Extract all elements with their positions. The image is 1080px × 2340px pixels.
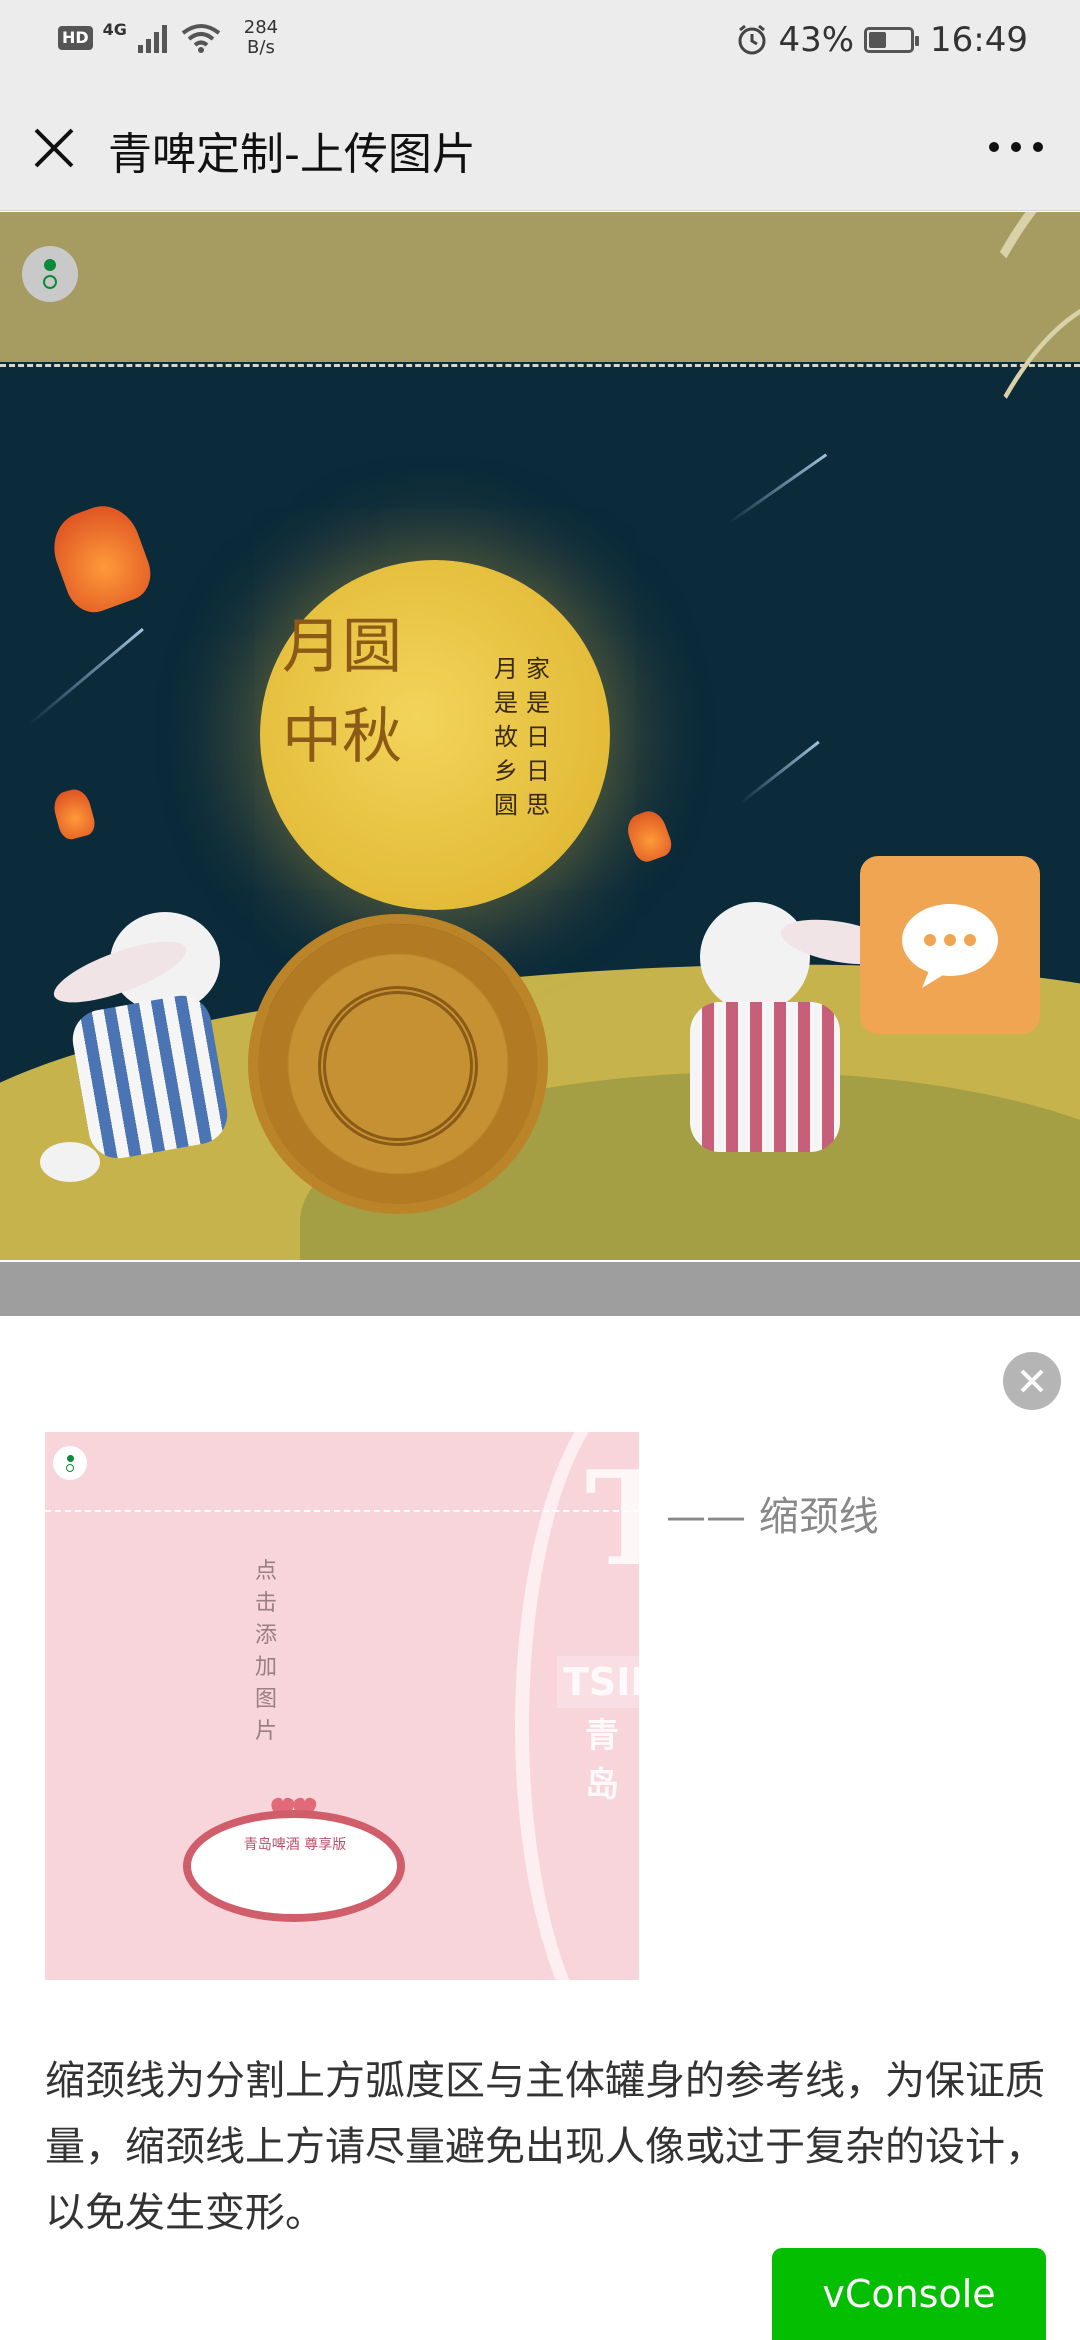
meteor [727,453,828,525]
brand-badge-icon [22,246,78,302]
meteor [739,740,820,805]
poem-char: 思 [526,791,550,819]
mooncake-pattern [318,986,478,1146]
oval-label-text: 青岛啤酒 尊享版 [243,1837,347,1853]
net-speed-value: 284 [243,17,279,38]
chat-button[interactable] [860,856,1040,1034]
clock: 16:49 [930,20,1028,60]
net-speed-unit: B/s [247,37,275,58]
poem-char: 月 [494,655,518,683]
status-bar: HD 4G 284 B/s 43% 16:49 [0,0,1080,82]
network-type: 4G [102,19,127,39]
poem-char: 日 [526,723,550,751]
add-image-hint[interactable]: 点击添加图片 [251,1556,281,1748]
brand-text: TSIN [557,1656,639,1708]
status-right: 43% 16:49 [736,20,1028,60]
close-circle-icon [1020,1369,1044,1393]
hint-char: 点 [254,1559,277,1584]
brand-letter: T [585,1442,639,1595]
alarm-icon [738,24,766,55]
hint-char: 加 [254,1655,277,1680]
label-oval [183,1810,405,1922]
nav-bar: 青啤定制-上传图片 [0,82,1080,211]
battery-percent: 43% [778,20,855,60]
vconsole-button[interactable]: vConsole [772,2248,1046,2340]
sky-lantern [43,496,159,620]
moon-calligraphy: 月圆中秋 [282,612,402,772]
can-artwork-banner: 月圆中秋 月是故乡圆 家是日日思 [0,212,1080,1260]
hint-char: 片 [254,1719,277,1744]
sky-lantern [50,786,98,842]
neck-dashed-line [0,364,1080,367]
sky-lantern [622,806,676,866]
hint-char: 添 [254,1623,277,1648]
sheet-close-button[interactable] [1003,1352,1061,1410]
poem-char: 是 [526,689,550,717]
more-icon[interactable] [986,132,1046,162]
hint-char: 图 [254,1687,277,1712]
rabbit-right [670,902,903,1222]
net-speed: 284 B/s [231,18,291,58]
poem-column: 家是日日思 [526,652,550,822]
chat-bubble-icon [902,904,998,988]
wifi-icon [181,24,221,53]
battery-fill [869,32,887,48]
brand-text-cn: 青岛 [585,1716,619,1805]
moon-poem: 月是故乡圆 家是日日思 [494,652,584,822]
brand-badge-icon [53,1446,87,1480]
poem-char: 圆 [494,791,518,819]
page-title: 青啤定制-上传图片 [108,129,476,180]
hd-badge: HD [58,26,93,50]
poem-char: 是 [494,689,518,717]
neck-line-legend: —— 缩颈线 [666,1494,879,1540]
status-left: HD 4G 284 B/s [58,18,291,58]
upload-preview[interactable]: T TSIN 青岛 点击添加图片 青岛啤酒 尊享版 [45,1432,639,1980]
poem-char: 日 [526,757,550,785]
battery-icon [864,27,920,53]
signal-icon [137,25,167,53]
banner-bottom-strip [0,1262,1080,1316]
neck-area [0,212,1080,362]
meteor [27,627,144,727]
hint-char: 击 [254,1591,277,1616]
close-icon[interactable] [28,122,80,174]
poem-char: 家 [526,655,550,683]
neck-dashed-line [45,1510,639,1512]
description-text: 缩颈线为分割上方弧度区与主体罐身的参考线，为保证质量，缩颈线上方请尽量避免出现人… [45,2058,1045,2236]
poem-char: 乡 [494,757,518,785]
poem-column: 月是故乡圆 [494,652,518,822]
poem-char: 故 [494,723,518,751]
rabbit-left [40,912,270,1232]
